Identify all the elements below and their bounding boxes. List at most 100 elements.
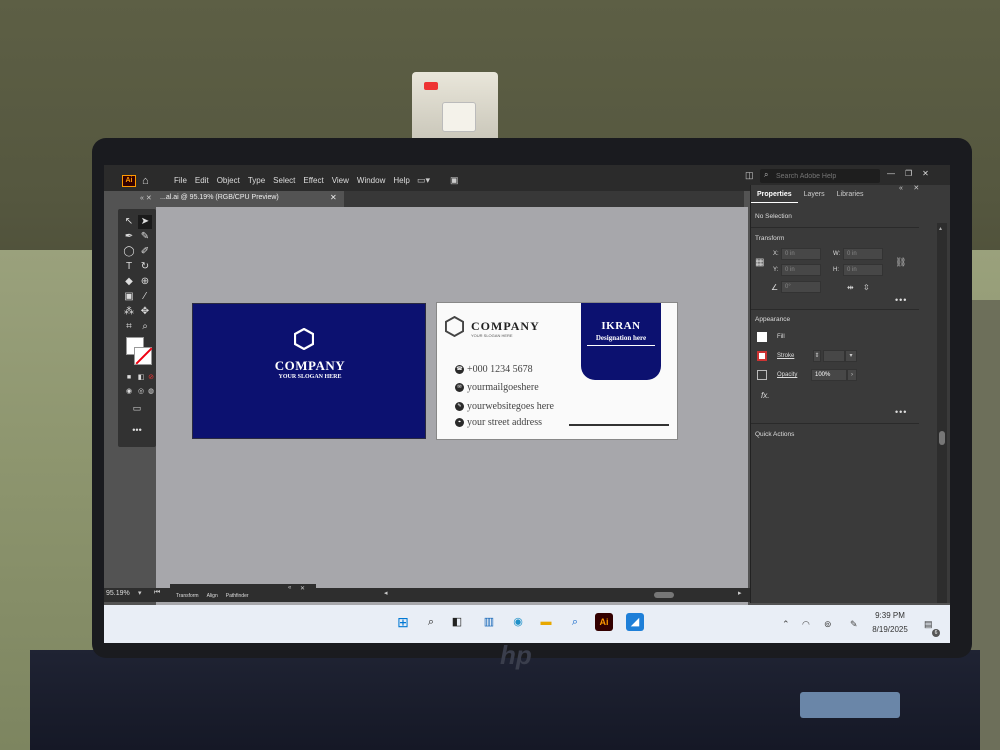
panel-scrollbar[interactable]	[937, 223, 947, 603]
ellipse-tool-icon[interactable]: ◯	[122, 245, 136, 259]
rotation-field[interactable]: 0°	[781, 281, 821, 293]
document-tab[interactable]: ...al.ai @ 95.19% (RGB/CPU Preview) ✕	[154, 191, 344, 207]
tab-libraries[interactable]: Libraries	[831, 189, 870, 203]
eyedropper-tool-icon[interactable]: ⁄	[138, 290, 152, 304]
show-hidden-icons[interactable]: ⌃	[782, 619, 790, 630]
search-icon[interactable]: ⌕	[422, 613, 440, 631]
screen-mode-icon[interactable]: ▭	[130, 401, 144, 415]
contact-text: yourwebsitegoes here	[467, 400, 554, 412]
more-options-icon[interactable]: •••	[895, 295, 907, 305]
clock-date[interactable]: 8/19/2025	[870, 625, 910, 634]
selection-tool-icon[interactable]: ↖	[122, 215, 136, 229]
clock-time[interactable]: 9:39 PM	[870, 611, 910, 620]
first-artboard-icon[interactable]: ⏮	[154, 589, 160, 597]
opacity-arrow-icon[interactable]: ›	[847, 369, 857, 381]
menu-object[interactable]: Object	[213, 176, 244, 185]
widgets-icon[interactable]: ▥	[480, 613, 498, 631]
menu-file[interactable]: File	[170, 176, 191, 185]
symbol-sprayer-tool-icon[interactable]: ✥	[138, 305, 152, 319]
blend-tool-icon[interactable]: ⁂	[122, 305, 136, 319]
home-icon[interactable]: ⌂	[142, 175, 149, 187]
more-options-icon[interactable]: •••	[895, 407, 907, 417]
fill-swatch[interactable]	[757, 332, 767, 342]
paintbrush-tool-icon[interactable]: ✐	[138, 245, 152, 259]
scroll-right-icon[interactable]: ▸	[738, 589, 742, 597]
stroke-weight-stepper[interactable]: ⇕	[813, 350, 821, 362]
panel-scroll-thumb[interactable]	[939, 431, 945, 445]
stroke-swatch[interactable]	[757, 351, 767, 361]
scroll-up-icon[interactable]: ▴	[939, 225, 942, 232]
menu-select[interactable]: Select	[269, 176, 299, 185]
opacity-icon[interactable]	[757, 370, 767, 380]
scroll-left-icon[interactable]: ◂	[384, 589, 388, 597]
start-icon[interactable]: ⊞	[394, 613, 412, 631]
constrain-proportions-icon[interactable]: ⛓	[895, 257, 906, 268]
tab-properties[interactable]: Properties	[751, 189, 798, 203]
x-field[interactable]: 0 in	[781, 248, 821, 260]
search-app-icon[interactable]: ⌕	[566, 613, 584, 631]
stroke-color-swatch[interactable]	[134, 347, 152, 365]
width-field[interactable]: 0 in	[843, 248, 883, 260]
fx-icon[interactable]: fx.	[761, 391, 769, 400]
flip-vertical-icon[interactable]: ⇳	[863, 283, 870, 292]
pen-tool-icon[interactable]: ✒	[122, 230, 136, 244]
zoom-dropdown-icon[interactable]: ▾	[138, 589, 142, 597]
direct-selection-tool-icon[interactable]: ➤	[138, 215, 152, 229]
web-icon: ✎	[455, 401, 464, 411]
transform-title: Transform	[755, 235, 785, 242]
network-icon[interactable]: ⊚	[824, 619, 832, 630]
address-underline	[569, 424, 669, 426]
opacity-label[interactable]: Opacity	[777, 372, 797, 378]
zoom-tool-icon[interactable]: ⌕	[138, 320, 152, 334]
edge-browser-icon[interactable]: ◉	[509, 613, 527, 631]
curvature-tool-icon[interactable]: ✎	[138, 230, 152, 244]
designation: Designation here	[595, 334, 647, 342]
horizontal-scrollbar[interactable]	[654, 592, 674, 598]
stroke-weight-field[interactable]	[823, 350, 845, 362]
flip-horizontal-icon[interactable]: ⇹	[847, 283, 854, 292]
menu-help[interactable]: Help	[389, 176, 413, 185]
business-card-back[interactable]: COMPANY YOUR SLOGAN HERE IKRAN Designati…	[436, 302, 678, 440]
shape-builder-tool-icon[interactable]: ⊕	[138, 275, 152, 289]
artboard-tool-icon[interactable]: ⌗	[122, 320, 136, 334]
rotate-tool-icon[interactable]: ↻	[138, 260, 152, 274]
help-search-input[interactable]	[776, 170, 876, 182]
tab-layers[interactable]: Layers	[798, 189, 831, 203]
task-view-icon[interactable]: ◧	[448, 613, 466, 631]
menu-effect[interactable]: Effect	[299, 176, 327, 185]
share-icon[interactable]: ◫	[745, 170, 754, 181]
business-card-front[interactable]: COMPANY YOUR SLOGAN HERE	[192, 303, 426, 439]
close-tab-icon[interactable]: ✕	[330, 193, 337, 202]
collapse-toolbar-icon[interactable]: « ✕	[140, 194, 152, 202]
wifi-icon[interactable]: ◠	[802, 619, 810, 630]
menu-type[interactable]: Type	[244, 176, 269, 185]
illustrator-taskbar-icon[interactable]: Ai	[595, 613, 613, 631]
height-field[interactable]: 0 in	[843, 264, 883, 276]
tab-transform[interactable]: Transform	[176, 593, 199, 599]
tab-align[interactable]: Align	[207, 593, 218, 599]
stroke-weight-dropdown[interactable]: ▾	[845, 350, 857, 362]
arrange-documents-icon[interactable]: ▣	[450, 175, 459, 186]
photos-icon[interactable]: ◢	[626, 613, 644, 631]
minimize-icon[interactable]: —	[887, 169, 895, 178]
menu-edit[interactable]: Edit	[191, 176, 213, 185]
eraser-tool-icon[interactable]: ◆	[122, 275, 136, 289]
edit-toolbar-icon[interactable]: •••	[130, 423, 144, 437]
reference-point-icon[interactable]: ▦	[755, 257, 767, 269]
pen-icon[interactable]: ✎	[850, 619, 858, 630]
file-explorer-icon[interactable]: ▬	[537, 613, 555, 631]
menu-window[interactable]: Window	[353, 176, 389, 185]
close-icon[interactable]: ✕	[922, 169, 929, 178]
collapse-panel-icon[interactable]: «	[288, 585, 291, 591]
opacity-field[interactable]: 100%	[811, 369, 847, 381]
help-search[interactable]: ⌕	[760, 169, 880, 183]
close-panel-icon[interactable]: ✕	[300, 585, 305, 592]
type-tool-icon[interactable]: T	[122, 260, 136, 274]
canvas[interactable]: COMPANY YOUR SLOGAN HERE COMPANY YOUR SL…	[156, 207, 788, 607]
menu-view[interactable]: View	[328, 176, 353, 185]
stroke-label[interactable]: Stroke	[777, 353, 794, 359]
tab-pathfinder[interactable]: Pathfinder	[226, 593, 249, 599]
y-field[interactable]: 0 in	[781, 264, 821, 276]
workspace-switcher-icon[interactable]: ▭▾	[417, 175, 430, 186]
gradient-tool-icon[interactable]: ▣	[122, 290, 136, 304]
